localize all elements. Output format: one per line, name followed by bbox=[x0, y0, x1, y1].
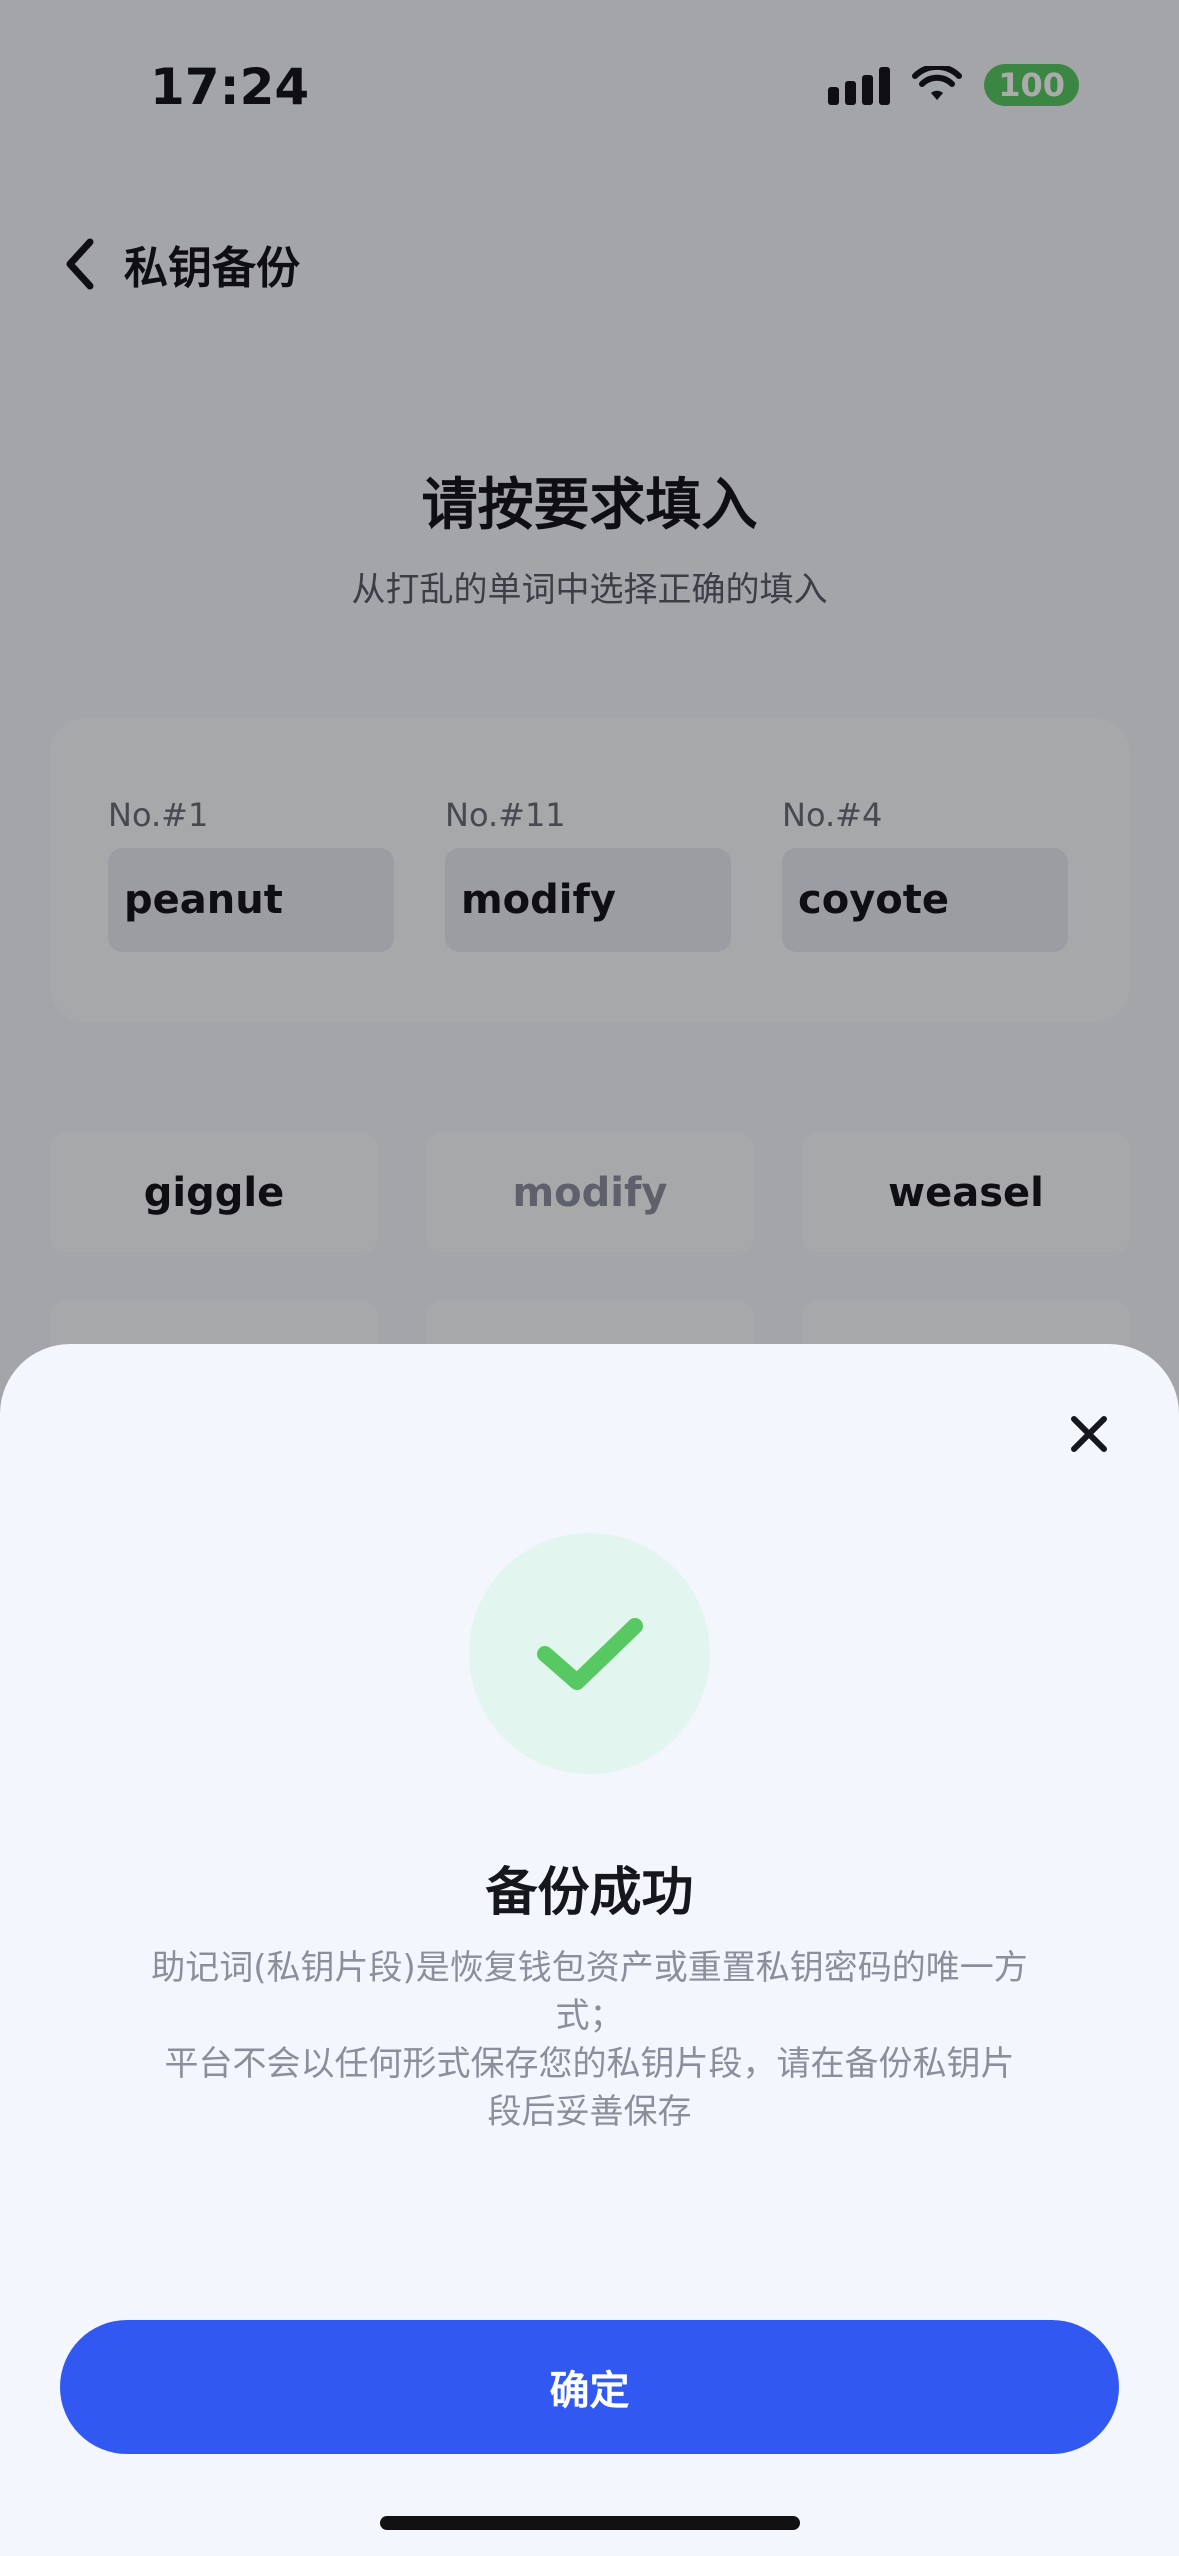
check-icon bbox=[536, 1617, 643, 1690]
success-badge bbox=[469, 1533, 710, 1774]
close-icon bbox=[1071, 1416, 1107, 1452]
description-line: 助记词(私钥片段)是恢复钱包资产或重置私钥密码的唯一方式； bbox=[151, 1948, 1028, 2036]
success-bottom-sheet: 备份成功 助记词(私钥片段)是恢复钱包资产或重置私钥密码的唯一方式； 平台不会以… bbox=[0, 1344, 1179, 2556]
home-indicator bbox=[380, 2516, 800, 2530]
success-title: 备份成功 bbox=[485, 1863, 694, 1923]
description-line: 平台不会以任何形式保存您的私钥片段，请在备份私钥片段后妥善保存 bbox=[164, 2044, 1015, 2132]
success-description: 助记词(私钥片段)是恢复钱包资产或重置私钥密码的唯一方式； 平台不会以任何形式保… bbox=[150, 1944, 1029, 2136]
close-button[interactable] bbox=[1059, 1404, 1119, 1464]
confirm-button[interactable]: 确定 bbox=[60, 2320, 1119, 2454]
